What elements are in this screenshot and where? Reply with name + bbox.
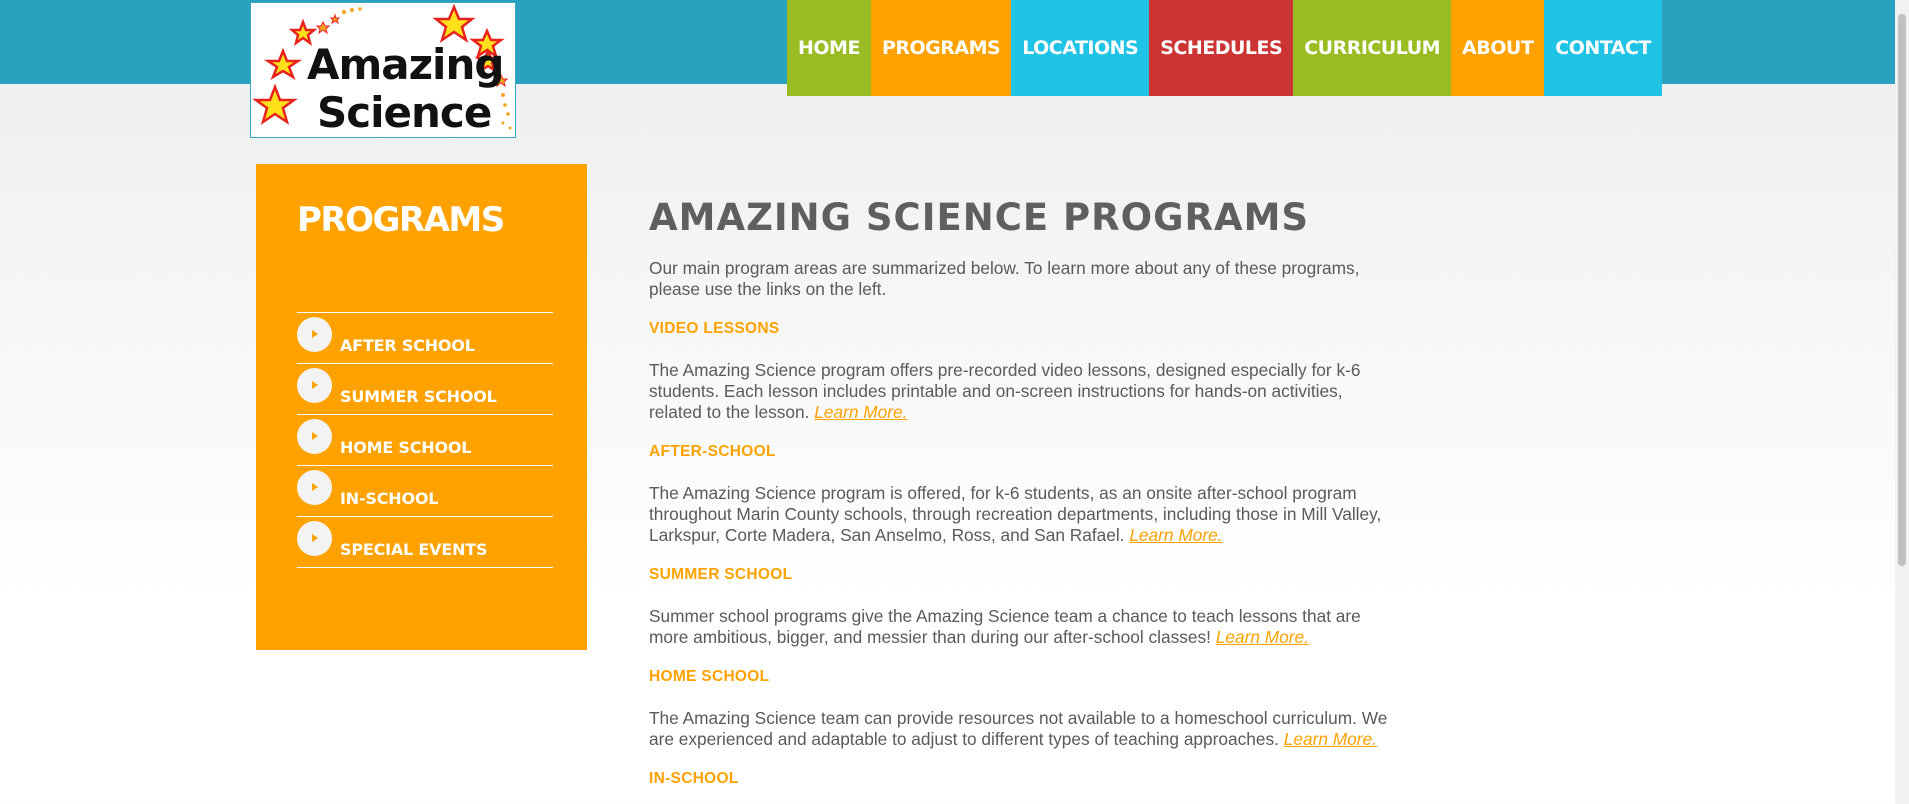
section-text: The Amazing Science team can provide res…	[649, 708, 1388, 749]
sidebar-menu: AFTER SCHOOL SUMMER SCHOOL HOME SCHOOL I…	[297, 312, 553, 568]
learn-more-link[interactable]: Learn More.	[814, 402, 907, 422]
section-heading-after-school: AFTER-SCHOOL	[649, 443, 776, 460]
nav-contact[interactable]: CONTACT	[1544, 0, 1662, 96]
nav-curriculum[interactable]: CURRICULUM	[1293, 0, 1452, 96]
section-heading-in-school: IN-SCHOOL	[649, 770, 739, 787]
learn-more-link[interactable]: Learn More.	[1216, 627, 1309, 647]
programs-sidebar: PROGRAMS AFTER SCHOOL SUMMER SCHOOL HOME…	[256, 164, 587, 650]
sidebar-item-special-events[interactable]: SPECIAL EVENTS	[297, 517, 553, 568]
nav-home[interactable]: HOME	[787, 0, 871, 96]
learn-more-link[interactable]: Learn More.	[1129, 525, 1222, 545]
section-body-after-school: The Amazing Science program is offered, …	[649, 483, 1399, 546]
scrollbar-thumb[interactable]	[1898, 14, 1906, 566]
intro-text: Our main program areas are summarized be…	[649, 258, 1360, 299]
arrow-right-icon	[297, 367, 332, 403]
sidebar-item-in-school[interactable]: IN-SCHOOL	[297, 466, 553, 517]
logo-text: Amazing Science	[307, 40, 504, 137]
arrow-right-icon	[297, 520, 332, 556]
sidebar-item-label: HOME SCHOOL	[340, 437, 472, 457]
main-content: AMAZING SCIENCE PROGRAMS Our main progra…	[649, 196, 1399, 804]
section-heading-video-lessons: VIDEO LESSONS	[649, 320, 780, 337]
learn-more-link[interactable]: Learn More.	[1284, 729, 1377, 749]
section-text: The Amazing Science program is offered, …	[649, 483, 1382, 545]
section-heading-home-school: HOME SCHOOL	[649, 668, 770, 685]
page-title: AMAZING SCIENCE PROGRAMS	[649, 196, 1310, 239]
sidebar-item-home-school[interactable]: HOME SCHOOL	[297, 415, 553, 466]
sidebar-item-label: IN-SCHOOL	[340, 488, 439, 508]
logo-line-2: Science	[317, 88, 492, 137]
sidebar-item-summer-school[interactable]: SUMMER SCHOOL	[297, 364, 553, 415]
logo-line-1: Amazing	[307, 40, 504, 89]
section-heading-summer-school: SUMMER SCHOOL	[649, 566, 793, 583]
sidebar-item-label: SUMMER SCHOOL	[340, 386, 497, 406]
sidebar-item-label: AFTER SCHOOL	[340, 335, 475, 355]
nav-locations[interactable]: LOCATIONS	[1011, 0, 1150, 96]
nav-programs[interactable]: PROGRAMS	[870, 0, 1012, 96]
sidebar-item-label: SPECIAL EVENTS	[340, 539, 488, 559]
arrow-right-icon	[297, 418, 332, 454]
section-body-video-lessons: The Amazing Science program offers pre-r…	[649, 360, 1399, 423]
section-body-home-school: The Amazing Science team can provide res…	[649, 708, 1399, 750]
site-logo[interactable]: Amazing Science	[250, 2, 516, 138]
sidebar-title: PROGRAMS	[297, 200, 505, 240]
nav-schedules[interactable]: SCHEDULES	[1149, 0, 1294, 96]
vertical-scrollbar[interactable]	[1895, 0, 1909, 804]
section-body-summer-school: Summer school programs give the Amazing …	[649, 606, 1399, 648]
arrow-right-icon	[297, 469, 332, 505]
sidebar-item-after-school[interactable]: AFTER SCHOOL	[297, 313, 553, 364]
section-text: The Amazing Science program offers pre-r…	[649, 360, 1361, 422]
nav-about[interactable]: ABOUT	[1451, 0, 1545, 96]
arrow-right-icon	[297, 316, 332, 352]
main-nav: HOME PROGRAMS LOCATIONS SCHEDULES CURRIC…	[787, 0, 1662, 96]
